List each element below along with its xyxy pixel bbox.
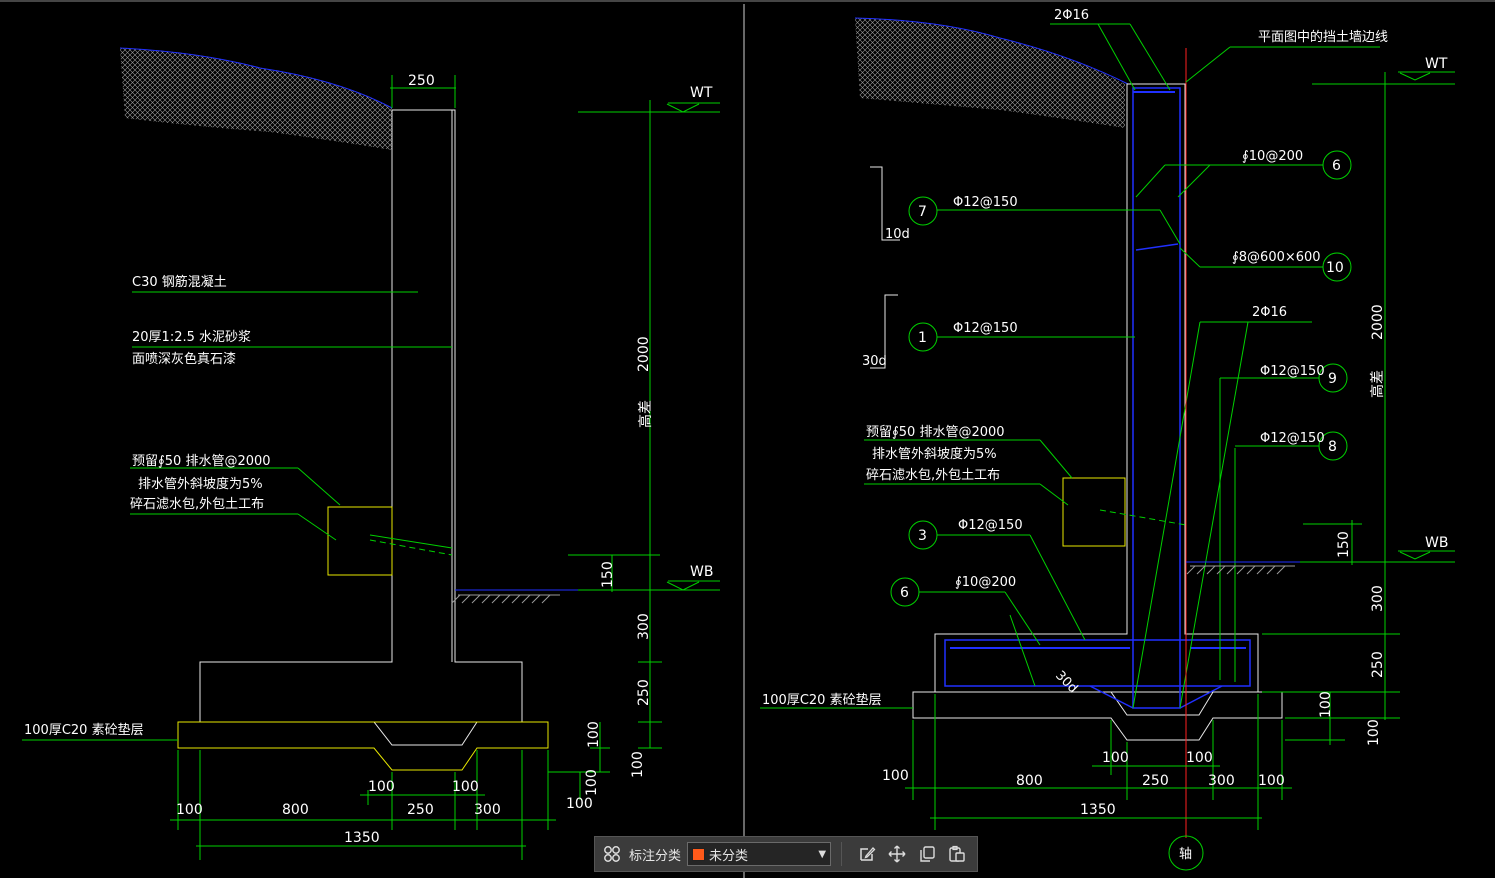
rebar-6-label: ∮10@200 (1242, 149, 1303, 164)
right-retained-soil (855, 18, 1125, 128)
left-bottom-dim-100b: 100 (368, 779, 395, 795)
rebar-6-num: 6 (1332, 158, 1341, 174)
right-30d-label: 30d (862, 354, 887, 369)
left-wb-label: WB (690, 564, 713, 580)
left-top-thickness-dim: 250 (408, 73, 435, 89)
left-cushion-label: 100厚C20 素砼垫层 (24, 722, 144, 738)
left-drain-line1: 预留∮50 排水管@2000 (132, 454, 271, 469)
rebar-10-num: 10 (1326, 260, 1344, 276)
right-mid-bars-label: 2Φ16 (1252, 305, 1287, 320)
chevron-down-icon: ▼ (818, 848, 827, 860)
right-bottom-dim-1350: 1350 (1080, 802, 1116, 818)
rebar-8-num: 8 (1328, 439, 1337, 455)
rebar-8-label: Φ12@150 (1260, 431, 1325, 446)
left-dim-150: 150 (600, 561, 616, 588)
left-dim-300: 300 (636, 613, 652, 640)
move-icon[interactable] (884, 841, 910, 867)
axis-label: 轴 (1179, 847, 1192, 862)
toolbar-separator (841, 842, 843, 866)
left-bottom-dim-100d: 100 (566, 796, 593, 812)
right-top-bars-label: 2Φ16 (1054, 8, 1089, 23)
right-section-drawing: 2Φ16 平面图中的挡土墙边线 WT WB 2000 高差 150 300 25… (760, 8, 1455, 871)
left-wall-concrete (199, 109, 523, 746)
right-drain-line1: 预留∮50 排水管@2000 (866, 425, 1005, 440)
right-dim-100a: 100 (1318, 691, 1334, 718)
copy-icon[interactable] (914, 841, 940, 867)
right-cushion-outline (912, 691, 1283, 741)
rebar-7-num: 7 (918, 204, 927, 220)
category-selected-value: 未分类 (709, 848, 749, 864)
left-drain-line3: 碎石滤水包,外包土工布 (130, 497, 264, 512)
edit-icon[interactable] (854, 841, 880, 867)
annotation-category-label: 标注分类 (629, 848, 682, 864)
left-bottom-dim-250: 250 (407, 802, 434, 818)
right-dim-100b: 100 (1366, 719, 1382, 746)
right-10d-label: 10d (885, 227, 910, 242)
left-cushion-layer (177, 721, 549, 771)
paste-icon[interactable] (944, 841, 970, 867)
grid-icon[interactable] (599, 841, 625, 867)
left-bottom-dim-100c: 100 (452, 779, 479, 795)
right-bottom-dim-100b: 100 (1102, 750, 1129, 766)
right-dim-150: 150 (1336, 531, 1352, 558)
left-height-label: 高差 (637, 400, 654, 428)
right-height-label: 高差 (1369, 370, 1386, 398)
right-wall-rebar-cage (1132, 87, 1181, 709)
left-section-drawing: 250 WT WB 2000 高差 150 300 250 100 100 10… (22, 47, 720, 860)
rebar-9-label: Φ12@150 (1260, 364, 1325, 379)
left-dim-100b: 100 (630, 751, 646, 778)
rebar-1-label: Φ12@150 (953, 321, 1018, 336)
right-dim-250: 250 (1370, 651, 1386, 678)
rebar-1-num: 1 (918, 330, 927, 346)
left-drain-line2: 排水管外斜坡度为5% (138, 476, 263, 492)
rebar-7-label: Φ12@150 (953, 195, 1018, 210)
right-gravel-drain (1062, 477, 1126, 547)
right-wall-outline (934, 83, 1259, 716)
right-plan-line-label: 平面图中的挡土墙边线 (1258, 29, 1388, 45)
left-height-value: 2000 (636, 336, 652, 372)
rebar-6b-num: 6 (900, 585, 909, 601)
left-plaster-line1: 20厚1:2.5 水泥砂浆 (132, 330, 251, 345)
left-dim-100c: 100 (584, 769, 600, 796)
left-wt-label: WT (690, 85, 713, 101)
rebar-3-label: Φ12@150 (958, 518, 1023, 533)
annotation-category-select[interactable]: 未分类 ▼ (687, 842, 832, 866)
right-bottom-dim-100a: 100 (882, 768, 909, 784)
rebar-9-num: 9 (1328, 371, 1337, 387)
left-retained-soil (120, 48, 392, 150)
right-bottom-dim-100d: 100 (1258, 773, 1285, 789)
right-bottom-dim-800: 800 (1016, 773, 1043, 789)
right-dim-300: 300 (1370, 585, 1386, 612)
rebar-3-num: 3 (918, 528, 927, 544)
right-drain-line2: 排水管外斜坡度为5% (872, 446, 997, 462)
left-bottom-dim-1350: 1350 (344, 830, 380, 846)
left-dim-100a: 100 (586, 721, 602, 748)
right-drain-line3: 碎石滤水包,外包土工布 (866, 468, 1000, 483)
left-bottom-dim-300: 300 (474, 802, 501, 818)
left-bottom-dim-100a: 100 (176, 802, 203, 818)
left-bottom-dim-800: 800 (282, 802, 309, 818)
cad-drawing-canvas[interactable]: 250 WT WB 2000 高差 150 300 250 100 100 10… (0, 0, 1495, 878)
right-cushion-label: 100厚C20 素砼垫层 (762, 692, 882, 708)
right-bottom-dim-100c: 100 (1186, 750, 1213, 766)
annotation-toolbar: 标注分类 未分类 ▼ (594, 836, 978, 872)
right-height-value: 2000 (1370, 304, 1386, 340)
category-color-swatch (692, 847, 706, 861)
left-material-label: C30 钢筋混凝土 (132, 274, 227, 290)
rebar-6b-label: ∮10@200 (955, 575, 1016, 590)
left-plaster-line2: 面喷深灰色真石漆 (132, 351, 236, 367)
left-dim-250: 250 (636, 679, 652, 706)
right-bottom-dim-300: 300 (1208, 773, 1235, 789)
right-base-rebar (944, 639, 1251, 687)
right-bottom-dim-250: 250 (1142, 773, 1169, 789)
rebar-10-label: ∮8@600×600 (1232, 250, 1321, 265)
right-wt-label: WT (1425, 56, 1448, 72)
right-wb-label: WB (1425, 535, 1448, 551)
left-gravel-drain (327, 506, 393, 576)
